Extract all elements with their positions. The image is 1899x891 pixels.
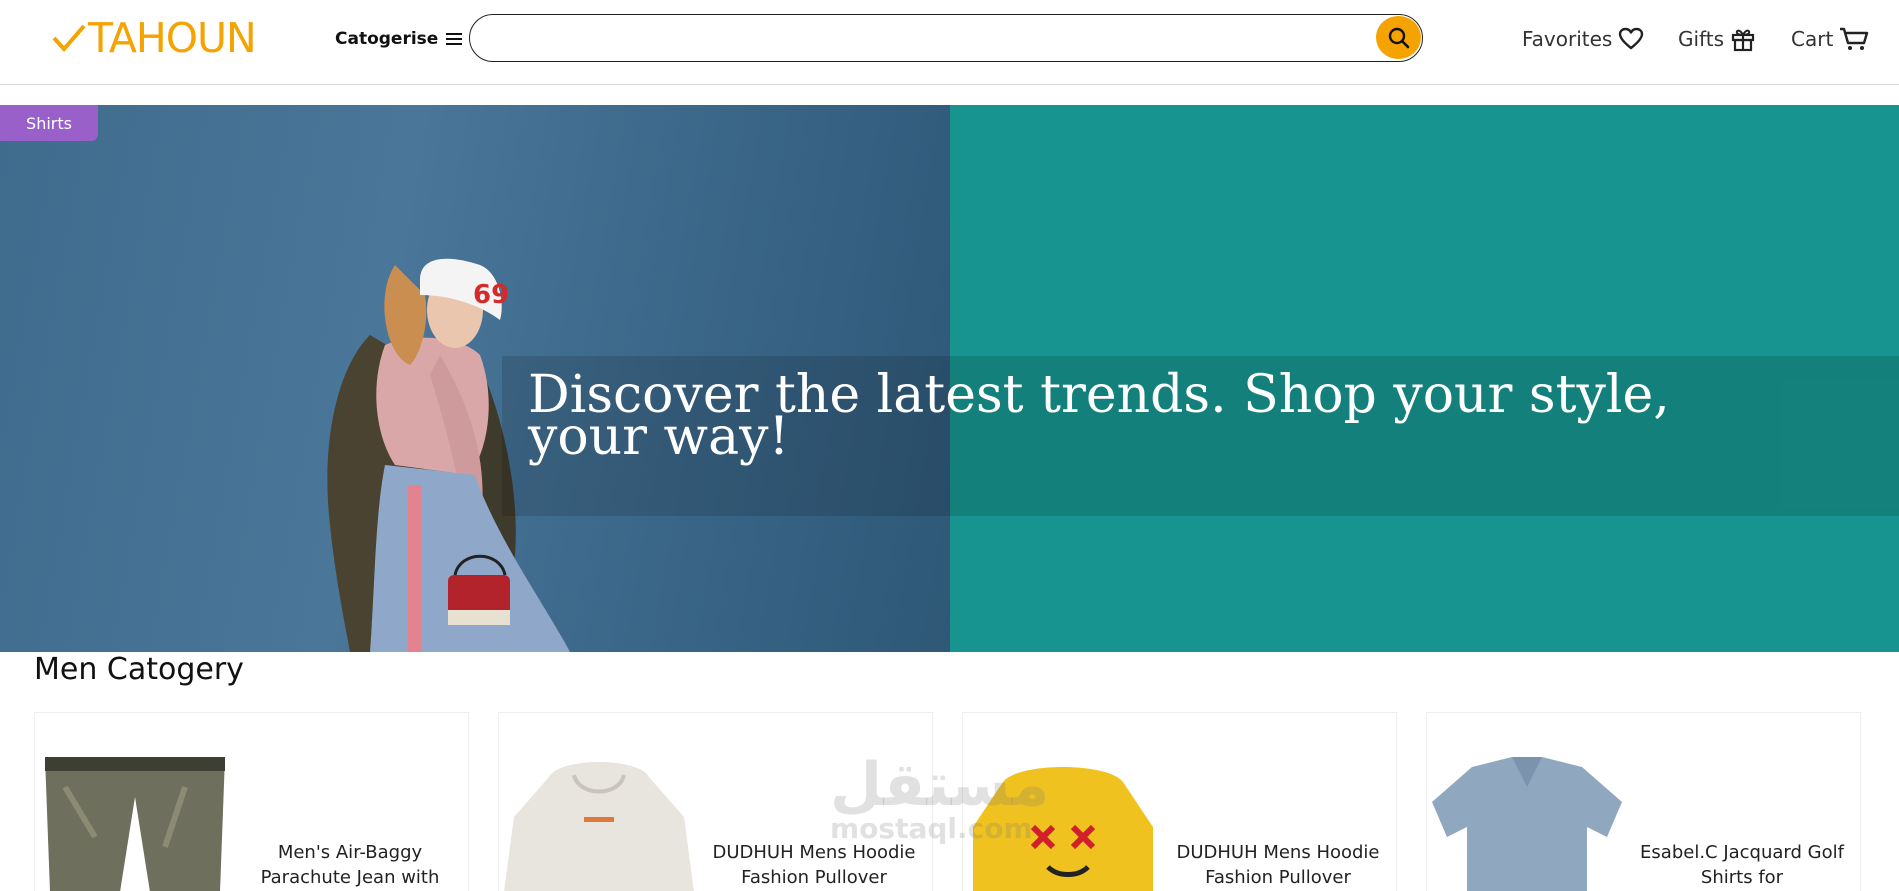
jeans-image [35,757,235,891]
gift-icon [1731,29,1755,52]
product-title: DUDHUH Mens Hoodie Fashion Pullover [1176,842,1380,888]
heart-icon [1619,27,1644,50]
white-hoodie-image [499,757,699,891]
search-button[interactable] [1376,16,1421,59]
product-card[interactable]: DUDHUH Mens Hoodie Fashion Pullover [498,712,933,891]
cart-label: Cart [1791,27,1834,51]
search-input[interactable] [488,23,1352,55]
product-title: DUDHUH Mens Hoodie Fashion Pullover [712,842,916,888]
yellow-hoodie-image [963,757,1163,891]
categories-menu-button[interactable]: Catogerise [335,26,463,52]
cart-link[interactable]: Cart [1791,24,1869,54]
hero-headline: Discover the latest trends. Shop your st… [528,365,1670,467]
search-bar [469,14,1423,62]
category-tag-shirts[interactable]: Shirts [0,105,98,141]
hamburger-icon [446,33,463,45]
polo-shirt-image [1427,757,1627,891]
search-icon [1388,27,1409,48]
logo-text: TAHOUN [88,14,257,62]
favorites-link[interactable]: Favorites [1522,24,1644,54]
cart-icon [1840,27,1869,50]
favorites-label: Favorites [1522,27,1613,51]
product-card[interactable]: Esabel.C Jacquard Golf Shirts for [1426,712,1861,891]
product-card[interactable]: Men's Air-Baggy Parachute Jean with [34,712,469,891]
product-list: Men's Air-Baggy Parachute Jean with DUDH… [34,712,1866,891]
categories-label: Catogerise [335,29,439,49]
site-header: TAHOUN Catogerise Favorites Gifts Cart [0,0,1899,85]
gifts-link[interactable]: Gifts [1678,24,1756,54]
section-title: Men Catogery [34,652,244,687]
product-card[interactable]: DUDHUH Mens Hoodie Fashion Pullover [962,712,1397,891]
svg-text:69: 69 [473,280,509,310]
product-title: Esabel.C Jacquard Golf Shirts for [1640,842,1844,888]
gifts-label: Gifts [1678,27,1725,51]
checkmark-logo-icon [52,24,86,53]
hero-banner[interactable]: 69 Discover the latest trends. Shop your… [0,105,1899,652]
product-title: Men's Air-Baggy Parachute Jean with [260,842,440,888]
logo[interactable]: TAHOUN [52,14,257,62]
